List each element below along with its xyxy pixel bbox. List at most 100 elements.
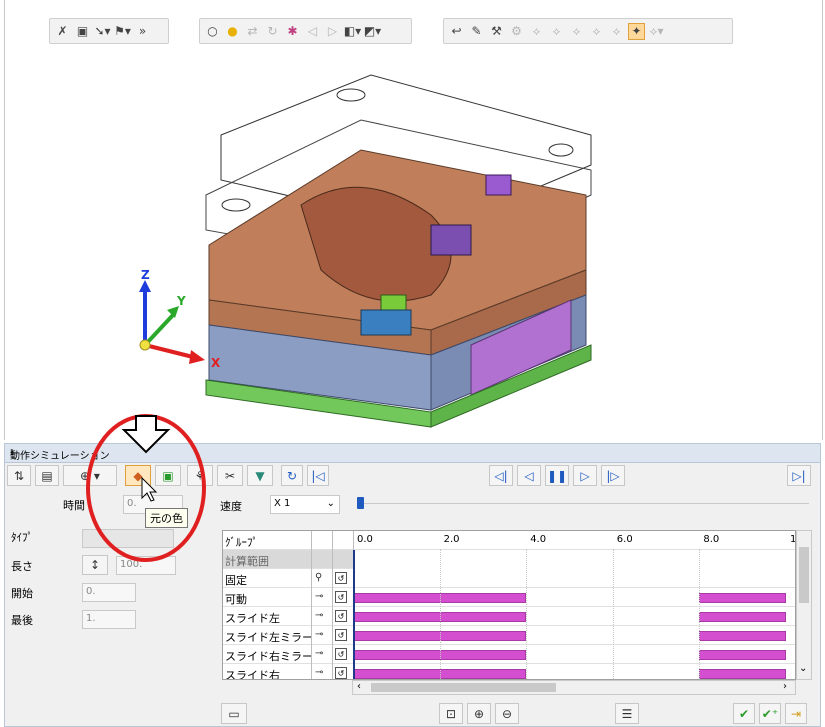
rewind-start-button[interactable]: |◁ (307, 465, 329, 486)
key-gold-icon[interactable]: ⚲ (315, 572, 322, 583)
copy-a-icon[interactable]: ⚙ (508, 23, 525, 40)
group-row[interactable]: スライド右ミラー ⊸ ↺ (223, 645, 795, 664)
undo-icon[interactable]: ↩ (448, 23, 465, 40)
move-icon[interactable]: ⇄ (244, 23, 261, 40)
group-name: スライド左 (225, 612, 280, 625)
play-icon: ▷ (580, 468, 590, 483)
group-name: 固定 (225, 574, 247, 587)
cube-dropdown-icon[interactable]: ◧▾ (344, 23, 361, 40)
reset-icon[interactable]: ↺ (335, 610, 347, 622)
skip-end-button[interactable]: ▷| (787, 465, 811, 486)
time-tick-label: 0.0 (357, 534, 373, 545)
copy-e-icon[interactable]: ⟡ (588, 23, 605, 40)
time-slider-track[interactable] (357, 503, 809, 504)
motion-bar[interactable] (699, 593, 786, 603)
type-label: ﾀｲﾌﾟ (11, 531, 33, 544)
mouse-cursor-icon (141, 476, 158, 502)
bulb-outline-icon[interactable]: ○ (204, 23, 221, 40)
apply-button[interactable]: ✔⁺ (759, 703, 781, 724)
key-icon[interactable]: ⊸ (315, 667, 323, 678)
3d-viewport[interactable]: ✗ ▣ ➘▾ ⚑▾ » ○ ● ⇄ ↻ ✱ ◁ ▷ ◧▾ ◩▾ ↩ ✎ ⚒ ⚙ … (4, 0, 823, 440)
vertical-scroll-thumb[interactable] (799, 547, 809, 603)
down-arrow-icon (121, 415, 171, 454)
horizontal-scrollbar[interactable]: ‹ › (352, 680, 796, 695)
horizontal-scroll-thumb[interactable] (371, 683, 556, 692)
reset-icon[interactable]: ↺ (335, 648, 347, 660)
tool-icon[interactable]: ⚒ (488, 23, 505, 40)
end-field[interactable]: 1. (82, 610, 136, 629)
filter-dropdown-icon[interactable]: ⚑▾ (114, 23, 131, 40)
pause-button[interactable]: ❚❚ (545, 465, 569, 486)
motion-bar[interactable] (699, 650, 786, 660)
key-icon[interactable]: ⊸ (315, 591, 323, 602)
table-button[interactable]: ▤ (35, 465, 59, 486)
highlight-tool-icon[interactable]: ✦ (628, 22, 645, 40)
arrow-left-icon[interactable]: ◁ (304, 23, 321, 40)
time-slider-thumb[interactable] (357, 497, 364, 509)
arrow-right-icon[interactable]: ▷ (324, 23, 341, 40)
layout-button[interactable]: ▭ (221, 703, 247, 724)
key-icon[interactable]: ⊸ (315, 648, 323, 659)
group-row[interactable]: スライド左 ⊸ ↺ (223, 607, 795, 626)
list-button[interactable]: ☰ (615, 703, 639, 724)
copy-b-icon[interactable]: ⟡ (528, 23, 545, 40)
more-icon[interactable]: » (134, 23, 151, 40)
reset-icon[interactable]: ↺ (335, 572, 347, 584)
timeline-grid: ｸﾞﾙｰﾌﾟ 0.0 2.0 4.0 6.0 8.0 1 計算範囲 固定 ⚲ ↺ 可動 ⊸ ↺ スライド左 ⊸… (222, 530, 796, 680)
calc-range-row[interactable]: 計算範囲 (223, 550, 353, 569)
reset-icon[interactable]: ↺ (335, 629, 347, 641)
motion-bar[interactable] (699, 612, 786, 622)
group-row[interactable]: 固定 ⚲ ↺ (223, 569, 795, 588)
layout-icon: ▭ (228, 706, 240, 721)
copy-d-icon[interactable]: ⟡ (568, 23, 585, 40)
chevron-down-icon: ⌄ (326, 498, 335, 509)
zoom-fit-icon: ⊡ (445, 706, 457, 721)
group-row[interactable]: スライド左ミラー ⊸ ↺ (223, 626, 795, 645)
zoom-in-button[interactable]: ⊕ (467, 703, 491, 724)
chevron-right-icon[interactable]: › (783, 681, 787, 692)
expand-icon: ⇅ (13, 468, 25, 483)
scissors-button[interactable]: ✂ (217, 465, 243, 486)
start-field[interactable]: 0. (82, 583, 136, 602)
mirror-icon[interactable]: ⟡ (608, 23, 625, 40)
zoom-fit-button[interactable]: ⊡ (439, 703, 463, 724)
prev-frame-button[interactable]: ◁| (489, 465, 513, 486)
cube2-dropdown-icon[interactable]: ◩▾ (364, 23, 381, 40)
box-select-icon[interactable]: ▣ (74, 23, 91, 40)
play-button[interactable]: ▷ (573, 465, 597, 486)
vertical-scrollbar[interactable]: ⌄ (796, 530, 812, 680)
reset-icon[interactable]: ↺ (335, 667, 347, 679)
key-icon[interactable]: ⊸ (315, 610, 323, 621)
chevron-left-icon[interactable]: ‹ (357, 681, 361, 692)
refresh-button[interactable]: ↻ (281, 465, 303, 486)
motion-bar[interactable] (699, 631, 786, 641)
grid-line (612, 549, 614, 679)
play-back-button[interactable]: ◁ (517, 465, 541, 486)
group-row[interactable]: スライド右 ⊸ ↺ (223, 664, 795, 679)
tool-last-icon[interactable]: ⟡▾ (648, 23, 665, 40)
ok-button[interactable]: ✔ (733, 703, 755, 724)
pin-icon[interactable]: ✎ (468, 23, 485, 40)
zoom-out-icon: ⊖ (501, 706, 513, 721)
rotate-icon[interactable]: ↻ (264, 23, 281, 40)
color-icon[interactable]: ✱ (284, 23, 301, 40)
speed-select[interactable]: X 1 ⌄ (270, 495, 340, 514)
group-column-header: ｸﾞﾙｰﾌﾟ (225, 536, 258, 549)
filter-button[interactable]: ▼ (247, 465, 273, 486)
group-row[interactable]: 可動 ⊸ ↺ (223, 588, 795, 607)
exit-button[interactable]: ⇥ (785, 703, 807, 724)
expand-button[interactable]: ⇅ (7, 465, 31, 486)
column-separator (311, 531, 312, 679)
pause-icon: ❚❚ (546, 468, 568, 483)
bulb-on-icon[interactable]: ● (224, 23, 241, 40)
select-icon[interactable]: ✗ (54, 23, 71, 40)
reset-icon[interactable]: ↺ (335, 591, 347, 603)
exit-icon: ⇥ (790, 706, 802, 721)
chevron-down-icon[interactable]: ⌄ (799, 663, 807, 674)
pointer-dropdown-icon[interactable]: ➘▾ (94, 23, 111, 40)
zoom-out-button[interactable]: ⊖ (495, 703, 519, 724)
key-icon[interactable]: ⊸ (315, 629, 323, 640)
copy-c-icon[interactable]: ⟡ (548, 23, 565, 40)
motion-bar[interactable] (699, 669, 786, 679)
next-frame-button[interactable]: |▷ (601, 465, 625, 486)
